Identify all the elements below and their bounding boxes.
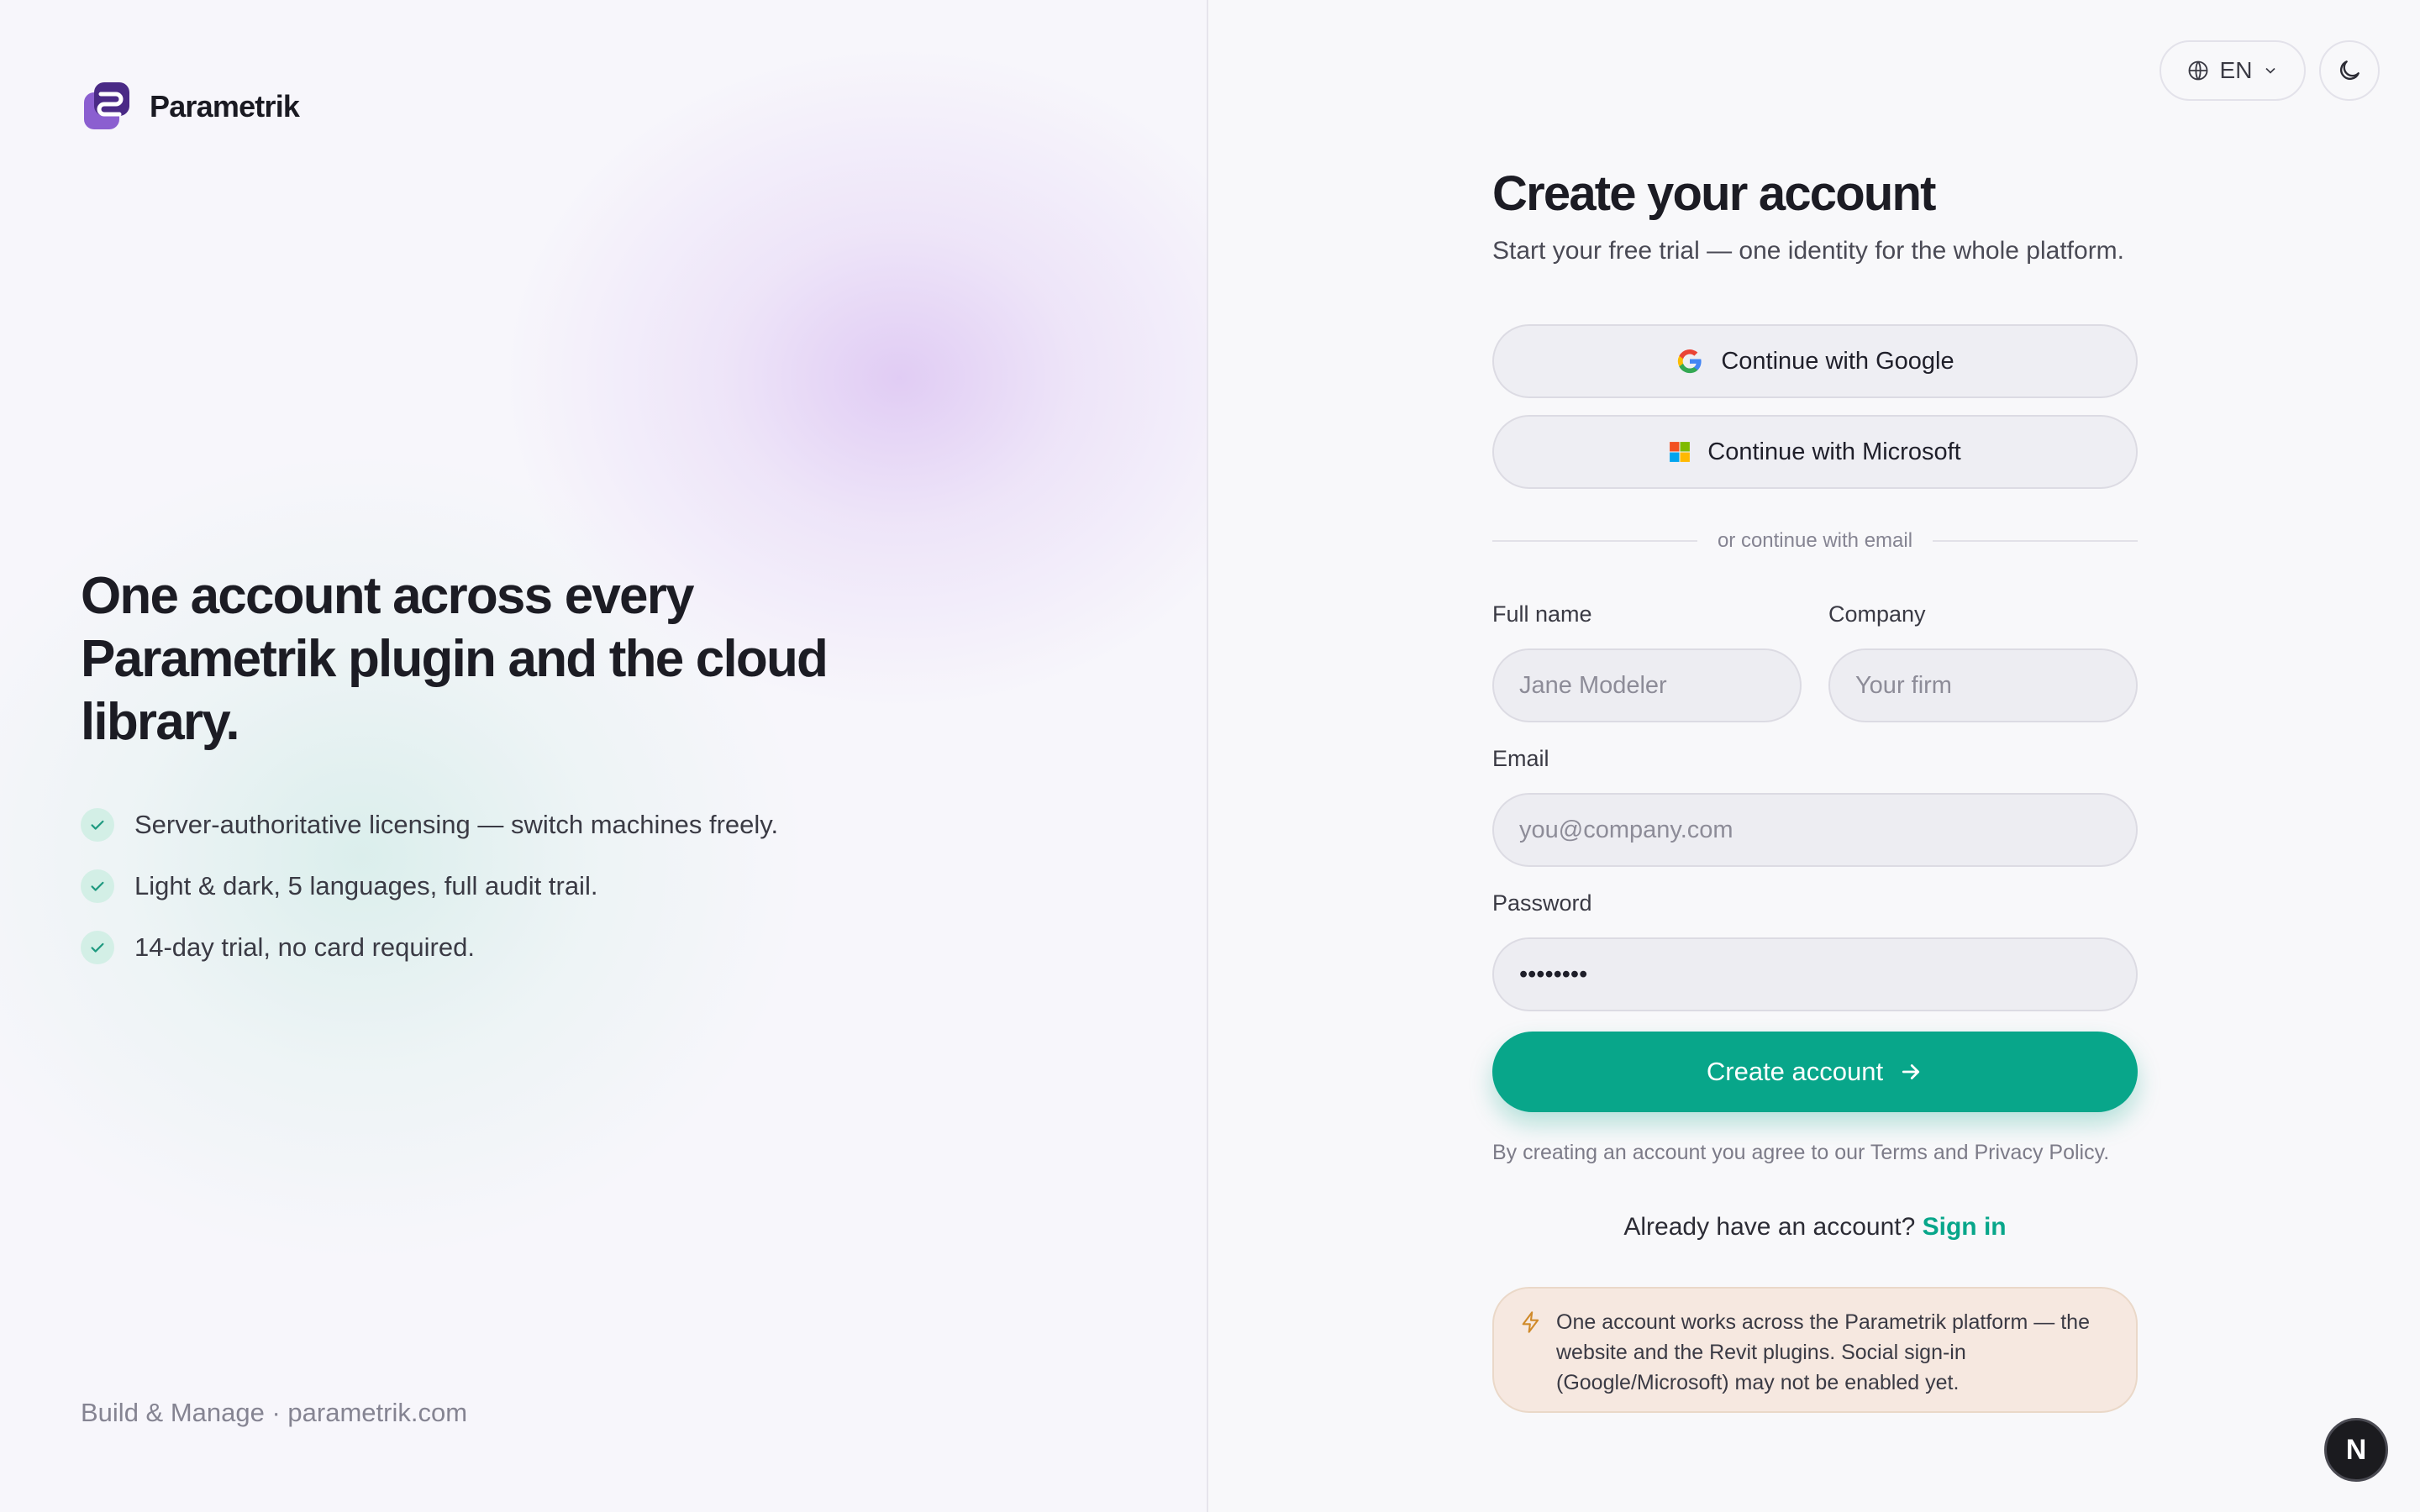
full-name-field: Full name: [1492, 601, 1802, 722]
create-account-button[interactable]: Create account: [1492, 1032, 2138, 1112]
create-account-label: Create account: [1706, 1057, 1884, 1086]
lightning-icon: [1522, 1311, 1539, 1333]
check-icon: [81, 808, 114, 842]
google-button-label: Continue with Google: [1721, 347, 1954, 375]
marketing-panel: Parametrik One account across every Para…: [0, 0, 1208, 1512]
signup-form: Create your account Start your free tria…: [1492, 165, 2138, 1413]
feature-text: 14-day trial, no card required.: [134, 932, 475, 962]
microsoft-icon: [1670, 442, 1691, 462]
feature-item: 14-day trial, no card required.: [81, 931, 778, 964]
platform-notice: One account works across the Parametrik …: [1492, 1287, 2138, 1413]
divider-line: [1492, 540, 1697, 542]
feature-item: Light & dark, 5 languages, full audit tr…: [81, 869, 778, 903]
brand[interactable]: Parametrik: [81, 81, 300, 133]
company-label: Company: [1828, 601, 1926, 627]
language-selector[interactable]: EN: [2160, 40, 2306, 101]
email-divider: or continue with email: [1492, 529, 2138, 553]
company-field: Company: [1828, 601, 2138, 722]
full-name-input[interactable]: [1492, 648, 1802, 722]
dev-tools-badge[interactable]: N: [2324, 1418, 2388, 1482]
divider-text: or continue with email: [1717, 529, 1913, 552]
terms-text: By creating an account you agree to our …: [1492, 1141, 2110, 1164]
signin-prompt: Already have an account? Sign in: [1492, 1213, 2138, 1242]
full-name-label: Full name: [1492, 601, 1592, 627]
check-icon: [81, 931, 114, 964]
password-input[interactable]: [1492, 937, 2138, 1011]
microsoft-signin-button[interactable]: Continue with Microsoft: [1492, 415, 2138, 489]
divider-line: [1933, 540, 2138, 542]
password-label: Password: [1492, 890, 1592, 916]
feature-list: Server-authoritative licensing — switch …: [81, 808, 778, 992]
company-input[interactable]: [1828, 648, 2138, 722]
arrow-right-icon: [1902, 1064, 1920, 1079]
check-icon: [81, 869, 114, 903]
footer-tagline: Build & Manage · parametrik.com: [81, 1398, 468, 1427]
email-label: Email: [1492, 746, 1549, 771]
signin-prompt-text: Already have an account?: [1623, 1213, 1916, 1241]
moon-icon: [2340, 60, 2360, 80]
hero-title: One account across every Parametrik plug…: [81, 567, 829, 751]
google-signin-button[interactable]: Continue with Google: [1492, 324, 2138, 398]
signup-page: Parametrik One account across every Para…: [0, 0, 2420, 1512]
password-field: Password: [1492, 890, 2138, 1011]
form-subtitle: Start your free trial — one identity for…: [1492, 237, 2125, 265]
signin-link[interactable]: Sign in: [1923, 1213, 2007, 1241]
globe-icon: [2188, 60, 2207, 81]
email-input[interactable]: [1492, 793, 2138, 867]
email-field: Email: [1492, 746, 2138, 867]
theme-toggle-button[interactable]: [2319, 40, 2380, 101]
language-code: EN: [2219, 57, 2253, 83]
feature-text: Light & dark, 5 languages, full audit tr…: [134, 871, 598, 900]
form-title: Create your account: [1492, 166, 1936, 221]
microsoft-button-label: Continue with Microsoft: [1707, 438, 1961, 465]
brand-name: Parametrik: [150, 89, 300, 123]
brand-logo-icon: [84, 82, 129, 129]
chevron-down-icon: [2265, 67, 2276, 74]
feature-text: Server-authoritative licensing — switch …: [134, 810, 779, 839]
google-icon: [1678, 349, 1702, 374]
feature-item: Server-authoritative licensing — switch …: [81, 808, 778, 842]
notice-text: One account works across the Parametrik …: [1556, 1310, 2090, 1394]
